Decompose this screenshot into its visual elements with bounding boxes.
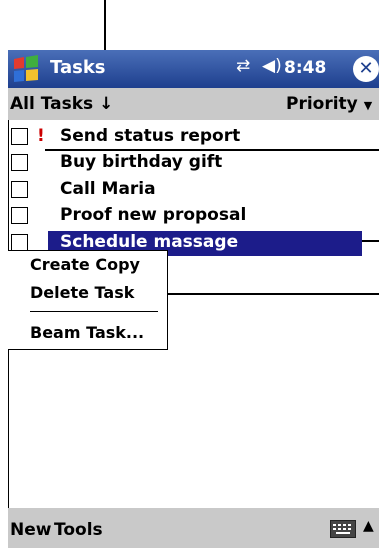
high-priority-icon: ! [37,126,45,146]
title-bar: Tasks ⇄ ◀) 8:48 ✕ [8,50,379,88]
task-checkbox[interactable] [11,207,28,224]
connectivity-icon[interactable]: ⇄ [236,56,250,76]
task-label: Call Maria [60,179,156,199]
task-row[interactable]: Proof new proposal [8,204,379,229]
task-label: Schedule massage [60,232,239,252]
task-checkbox[interactable] [11,181,28,198]
clock-time[interactable]: 8:48 [284,58,326,78]
category-filter-label: All Tasks [10,94,94,114]
menu-item-create-copy[interactable]: Create Copy [30,255,140,274]
arrow-down-icon: ↓ [99,94,114,114]
close-icon[interactable]: ✕ [353,56,379,82]
menu-item-beam-task[interactable]: Beam Task... [30,323,144,342]
task-label: Buy birthday gift [60,152,223,172]
task-row[interactable]: ! Send status report [8,125,379,150]
task-row[interactable]: Buy birthday gift [8,151,379,176]
menu-item-delete-task[interactable]: Delete Task [30,283,134,302]
filter-bar: All Tasks ↓ Priority ▼ [8,88,379,120]
sort-order-dropdown[interactable]: Priority ▼ [286,94,372,114]
task-checkbox[interactable] [11,128,28,145]
new-button[interactable]: New [10,520,51,540]
task-label: Send status report [60,126,241,146]
app-title: Tasks [50,57,106,78]
windows-logo-icon[interactable] [10,53,42,85]
tools-menu[interactable]: Tools [54,520,103,540]
callout-line-menu [140,293,379,295]
context-menu: Create Copy Delete Task Beam Task... [8,250,168,350]
sort-order-label: Priority [286,94,358,114]
task-checkbox[interactable] [11,234,28,251]
keyboard-icon[interactable] [330,520,356,538]
speaker-icon[interactable]: ◀) [262,56,282,76]
command-bar: New Tools ▲ [8,508,379,548]
category-filter-dropdown[interactable]: All Tasks ↓ [10,94,113,114]
chevron-down-icon: ▼ [363,99,373,112]
task-checkbox[interactable] [11,154,28,171]
task-row[interactable]: Call Maria [8,178,379,203]
menu-separator [30,311,158,312]
task-label: Proof new proposal [60,205,247,225]
chevron-up-icon[interactable]: ▲ [363,518,374,534]
